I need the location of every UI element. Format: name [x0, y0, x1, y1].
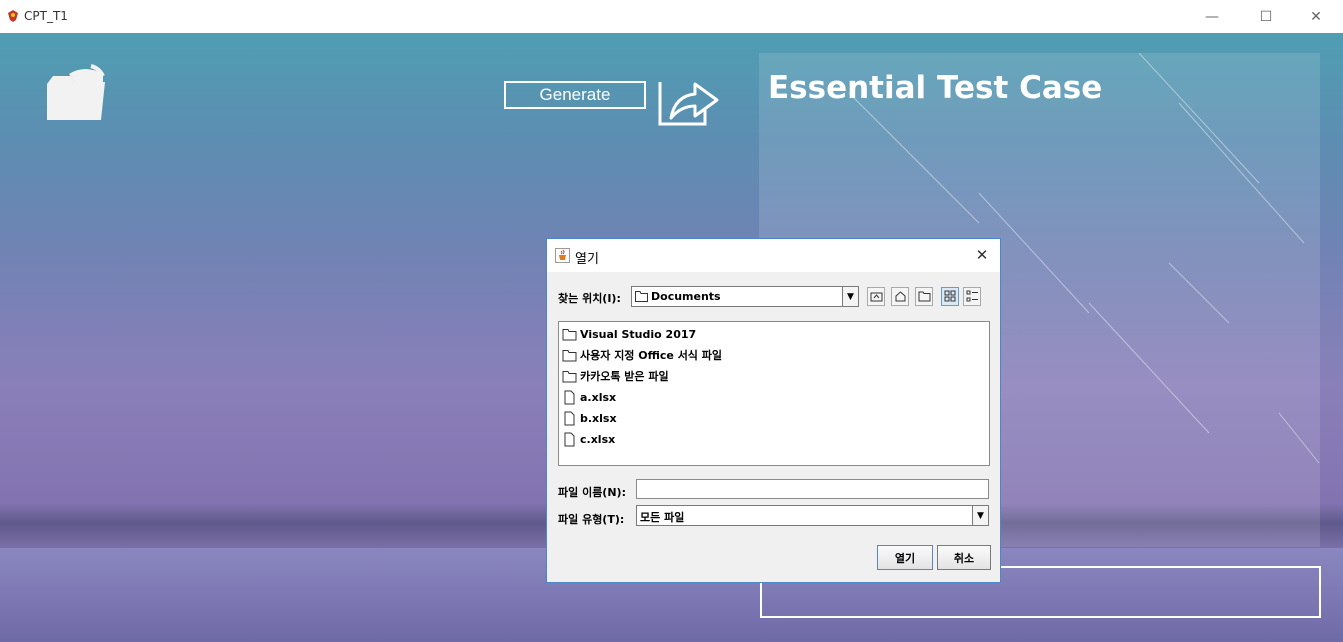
- list-item[interactable]: b.xlsx: [562, 409, 617, 427]
- chevron-down-icon[interactable]: ▼: [972, 505, 989, 526]
- look-in-combo[interactable]: Documents ▼: [631, 286, 859, 307]
- window-title: CPT_T1: [24, 9, 68, 23]
- minimize-button[interactable]: —: [1189, 0, 1235, 33]
- file-name: Visual Studio 2017: [580, 327, 697, 341]
- folder-icon: [635, 291, 648, 302]
- maximize-button[interactable]: ☐: [1243, 0, 1289, 33]
- file-name: b.xlsx: [580, 411, 617, 425]
- window-titlebar: CPT_T1 — ☐ ✕: [0, 0, 1343, 33]
- file-name-label: 파일 이름(N):: [558, 486, 626, 499]
- dialog-close-button[interactable]: ✕: [971, 245, 993, 265]
- new-folder-button[interactable]: [915, 287, 933, 306]
- new-folder-icon: [918, 291, 931, 302]
- panel-title: Essential Test Case: [768, 70, 1103, 106]
- file-name-field[interactable]: [636, 479, 989, 499]
- look-in-label: 찾는 위치(I):: [558, 292, 621, 305]
- dialog-title: 열기: [575, 252, 599, 267]
- file-name: 카카오톡 받은 파일: [580, 370, 669, 383]
- list-item[interactable]: Visual Studio 2017: [562, 325, 696, 343]
- dialog-titlebar: 열기 ✕: [547, 239, 1000, 272]
- cancel-button[interactable]: 취소: [937, 545, 991, 570]
- open-folder-icon[interactable]: [45, 62, 107, 122]
- share-export-icon[interactable]: [657, 70, 721, 126]
- generate-button[interactable]: Generate: [504, 81, 646, 109]
- folder-icon: [562, 328, 577, 340]
- details-view-icon: [966, 290, 978, 302]
- up-folder-icon: [870, 292, 883, 302]
- folder-icon: [562, 370, 577, 382]
- details-view-button[interactable]: [963, 287, 981, 306]
- java-cup-icon: [555, 248, 570, 263]
- file-name: a.xlsx: [580, 390, 617, 404]
- open-button[interactable]: 열기: [877, 545, 933, 570]
- list-item[interactable]: a.xlsx: [562, 388, 616, 406]
- file-type-value: 모든 파일: [640, 511, 685, 524]
- folder-icon: [562, 349, 577, 361]
- file-icon: [564, 432, 575, 446]
- file-name: c.xlsx: [580, 432, 616, 446]
- file-list[interactable]: Visual Studio 2017 사용자 지정 Office 서식 파일 카…: [558, 321, 990, 466]
- file-type-combo[interactable]: 모든 파일 ▼: [636, 505, 989, 526]
- home-icon: [895, 291, 906, 302]
- list-item[interactable]: c.xlsx: [562, 430, 615, 448]
- open-file-dialog: 열기 ✕ 찾는 위치(I): Documents ▼ Visual Studio…: [546, 238, 1001, 583]
- look-in-value: Documents: [651, 290, 721, 303]
- file-icon: [564, 411, 575, 425]
- file-icon: [564, 390, 575, 404]
- list-item[interactable]: 카카오톡 받은 파일: [562, 367, 669, 385]
- app-logo-icon: [8, 10, 18, 22]
- file-type-label: 파일 유형(T):: [558, 513, 625, 526]
- up-folder-button[interactable]: [867, 287, 885, 306]
- list-view-icon: [944, 290, 956, 302]
- list-view-button[interactable]: [941, 287, 959, 306]
- file-name: 사용자 지정 Office 서식 파일: [580, 349, 722, 362]
- window-close-button[interactable]: ✕: [1293, 0, 1339, 33]
- chevron-down-icon[interactable]: ▼: [842, 286, 859, 307]
- list-item[interactable]: 사용자 지정 Office 서식 파일: [562, 346, 722, 364]
- home-button[interactable]: [891, 287, 909, 306]
